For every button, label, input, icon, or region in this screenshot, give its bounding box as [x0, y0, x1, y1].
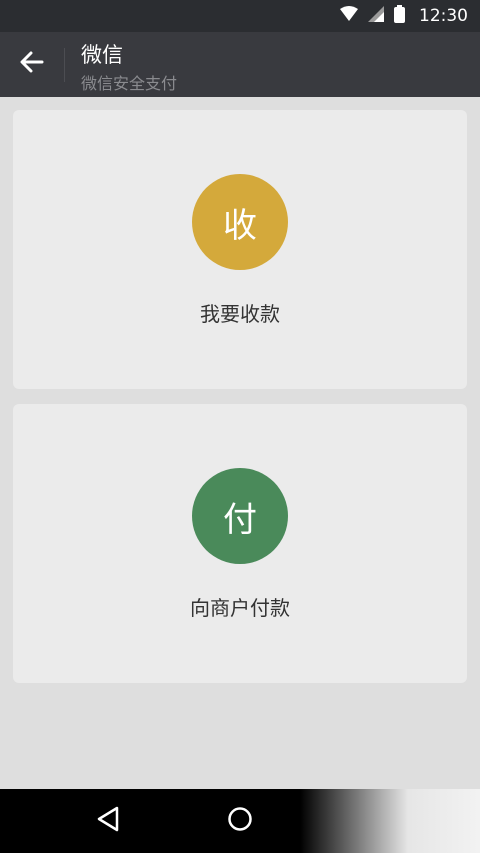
nav-back-button[interactable] — [84, 797, 132, 845]
watermark-overlay — [300, 789, 480, 853]
receive-payment-label: 我要收款 — [200, 302, 280, 326]
page-title: 微信 — [81, 43, 123, 67]
wifi-icon — [340, 6, 358, 26]
status-bar: 12:30 — [0, 0, 480, 32]
pay-circle-icon: 付 — [192, 468, 288, 564]
pay-merchant-card[interactable]: 付 向商户付款 — [13, 404, 467, 683]
home-circle-icon — [227, 806, 253, 836]
page-subtitle: 微信安全支付 — [81, 74, 178, 93]
back-triangle-icon — [96, 806, 120, 836]
receive-circle-text: 收 — [223, 205, 257, 246]
app-bar: 微信 微信安全支付 — [0, 32, 480, 97]
status-time: 12:30 — [419, 6, 468, 26]
nav-home-button[interactable] — [216, 797, 264, 845]
app-bar-divider — [64, 48, 65, 82]
receive-payment-card[interactable]: 收 我要收款 — [13, 110, 467, 389]
pay-circle-text: 付 — [223, 499, 257, 540]
signal-icon — [368, 6, 384, 26]
back-button[interactable] — [10, 42, 54, 86]
receive-circle-icon: 收 — [192, 174, 288, 270]
pay-merchant-label: 向商户付款 — [190, 596, 290, 620]
navigation-bar — [0, 789, 480, 853]
status-icons: 12:30 — [340, 0, 468, 32]
battery-icon — [394, 5, 405, 27]
arrow-left-icon — [20, 51, 44, 77]
